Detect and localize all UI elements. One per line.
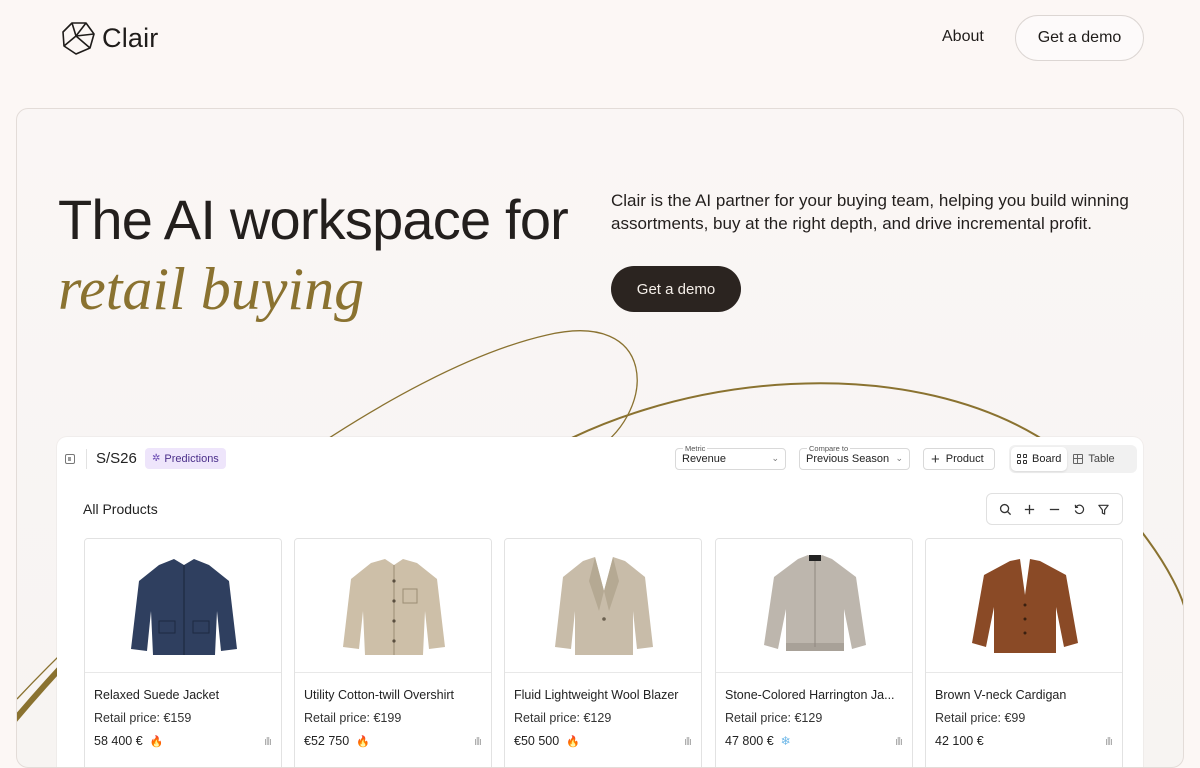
app-toolbar: S/S26 ✲ Predictions Revenue ⌄ Metric Pre… — [57, 437, 1143, 481]
product-price: Retail price: €199 — [304, 711, 402, 725]
chevron-down-icon: ⌄ — [895, 453, 903, 463]
metric-select[interactable]: Revenue ⌄ Metric — [675, 444, 786, 470]
board-icon — [1017, 454, 1027, 464]
table-icon — [1073, 454, 1084, 464]
chart-icon[interactable]: ıllı — [1105, 736, 1113, 748]
compare-value: Previous Season — [806, 453, 890, 465]
add-product-label: Product — [945, 453, 984, 465]
product-metric: 47 800 € ❄ — [725, 734, 791, 748]
snowflake-icon: ❄ — [780, 734, 791, 748]
product-price: Retail price: €129 — [514, 711, 612, 725]
product-metric-value: 58 400 € — [94, 734, 143, 748]
zoom-in-icon[interactable] — [1021, 500, 1039, 518]
product-image — [505, 539, 701, 673]
product-metric: 42 100 € — [935, 734, 984, 748]
product-card[interactable]: Utility Cotton-twill Overshirt Retail pr… — [294, 538, 492, 767]
product-card[interactable]: Brown V-neck Cardigan Retail price: €99 … — [925, 538, 1123, 767]
product-name: Relaxed Suede Jacket — [94, 688, 220, 702]
product-image — [295, 539, 491, 673]
season-title: S/S26 — [96, 450, 137, 467]
product-metric: €52 750 🔥 — [304, 734, 370, 748]
top-nav: Clair About Get a demo — [0, 0, 1200, 78]
tab-table-label: Table — [1088, 453, 1115, 465]
clair-logo-icon — [62, 22, 95, 55]
section-title: All Products — [83, 501, 158, 517]
flame-icon: 🔥 — [356, 735, 370, 748]
product-price: Retail price: €99 — [935, 711, 1026, 725]
harrington-jacket-image — [764, 555, 866, 651]
chevron-down-icon: ⌄ — [771, 453, 779, 463]
jacket-image — [131, 559, 237, 655]
product-image — [926, 539, 1122, 673]
filter-icon[interactable] — [1095, 500, 1113, 518]
product-name: Brown V-neck Cardigan — [935, 688, 1067, 702]
product-metric-value: €50 500 — [514, 734, 560, 748]
product-metric-value: 42 100 € — [935, 734, 984, 748]
search-icon[interactable] — [996, 500, 1014, 518]
board-tools — [986, 493, 1123, 525]
tab-board-label: Board — [1032, 453, 1062, 465]
chart-icon[interactable]: ıllı — [474, 736, 482, 748]
reset-icon[interactable] — [1070, 500, 1088, 518]
product-image — [716, 539, 912, 673]
product-metric: €50 500 🔥 — [514, 734, 580, 748]
plus-icon: + — [931, 450, 940, 468]
product-price: Retail price: €129 — [725, 711, 823, 725]
product-card[interactable]: Fluid Lightweight Wool Blazer Retail pri… — [504, 538, 702, 767]
hero-headline-accent: retail buying — [58, 256, 365, 322]
sidebar-toggle-icon[interactable] — [65, 454, 75, 464]
chart-icon[interactable]: ıllı — [684, 736, 692, 748]
nav-get-demo-button[interactable]: Get a demo — [1015, 15, 1144, 61]
sparkle-icon: ✲ — [152, 453, 161, 464]
flame-icon: 🔥 — [566, 735, 580, 748]
nav-about-link[interactable]: About — [942, 28, 984, 46]
blazer-image — [555, 557, 653, 655]
product-price: Retail price: €159 — [94, 711, 192, 725]
tab-board[interactable]: Board — [1011, 447, 1068, 471]
product-metric: 58 400 € 🔥 — [94, 734, 163, 748]
flame-icon: 🔥 — [149, 735, 164, 748]
chart-icon[interactable]: ıllı — [264, 736, 272, 748]
zoom-out-icon[interactable] — [1045, 500, 1063, 518]
chart-icon[interactable]: ıllı — [895, 736, 903, 748]
tab-table[interactable]: Table — [1067, 447, 1120, 471]
hero-section: The AI workspace for retail buying Clair… — [16, 108, 1184, 768]
hero-headline: The AI workspace for — [58, 188, 569, 251]
cardigan-image — [972, 559, 1078, 653]
compare-caption: Compare to — [807, 444, 851, 453]
hero-get-demo-button[interactable]: Get a demo — [611, 266, 741, 312]
product-name: Utility Cotton-twill Overshirt — [304, 688, 455, 702]
metric-caption: Metric — [683, 444, 708, 453]
product-card[interactable]: Stone-Colored Harrington Ja... Retail pr… — [715, 538, 913, 767]
metric-value: Revenue — [682, 453, 727, 465]
product-card[interactable]: Relaxed Suede Jacket Retail price: €159 … — [84, 538, 282, 767]
brand-logo[interactable]: Clair — [60, 20, 159, 56]
compare-select[interactable]: Previous Season ⌄ Compare to — [799, 444, 910, 470]
product-name: Stone-Colored Harrington Ja... — [725, 688, 895, 702]
app-preview-window: S/S26 ✲ Predictions Revenue ⌄ Metric Pre… — [57, 437, 1143, 767]
product-name: Fluid Lightweight Wool Blazer — [514, 688, 679, 702]
product-metric-value: €52 750 — [304, 734, 350, 748]
brand-name: Clair — [102, 22, 159, 53]
predictions-badge[interactable]: ✲ Predictions — [145, 448, 226, 469]
overshirt-image — [343, 559, 445, 655]
add-product-button[interactable]: + Product — [923, 448, 995, 470]
product-metric-value: 47 800 € — [725, 734, 774, 748]
view-toggle: Board Table — [1009, 445, 1137, 473]
product-image — [85, 539, 281, 673]
predictions-label: Predictions — [164, 452, 219, 465]
toolbar-divider — [86, 449, 87, 469]
hero-description: Clair is the AI partner for your buying … — [611, 191, 1129, 233]
